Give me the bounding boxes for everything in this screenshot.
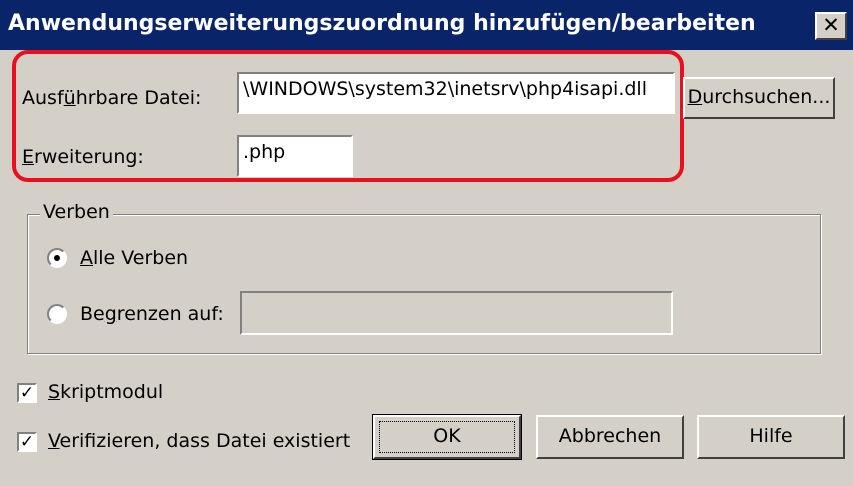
focus-rectangle (379, 421, 515, 453)
all-verbs-mnemonic: A (80, 247, 93, 269)
limit-label-part1: Be (80, 303, 105, 325)
close-button[interactable]: ✕ (815, 12, 847, 40)
limit-verbs-radio[interactable] (47, 304, 67, 324)
help-button[interactable]: Hilfe (697, 415, 845, 459)
script-module-checkbox[interactable]: ✓ (17, 383, 37, 403)
help-label: Hilfe (749, 425, 793, 447)
script-module-label[interactable]: Skriptmodul (48, 381, 163, 403)
check-icon: ✓ (19, 383, 35, 403)
browse-mnemonic: D (687, 86, 703, 108)
limit-verbs-input[interactable] (240, 291, 673, 335)
all-verbs-radio[interactable] (47, 248, 67, 268)
executable-label: Ausführbare Datei: (22, 87, 201, 109)
verify-file-mnemonic: V (48, 430, 60, 452)
verify-file-label-rest: erifizieren, dass Datei existiert (59, 430, 351, 452)
ok-button[interactable]: OK (372, 414, 522, 460)
cancel-label: Abbrechen (558, 425, 662, 447)
executable-label-mnemonic: ü (63, 87, 76, 109)
extension-label-rest: rweiterung: (34, 146, 144, 168)
script-module-label-rest: kriptmodul (60, 381, 164, 403)
window-title: Anwendungserweiterungszuordnung hinzufüg… (8, 11, 756, 36)
script-module-mnemonic: S (48, 381, 61, 403)
executable-label-part2: hrbare Datei: (75, 87, 202, 109)
limit-label-part2: renzen auf: (116, 303, 224, 325)
extension-label-mnemonic: E (22, 146, 35, 168)
browse-button[interactable]: Durchsuchen... (683, 77, 835, 119)
cancel-button[interactable]: Abbrechen (536, 415, 684, 459)
extension-input[interactable]: .php (237, 135, 353, 177)
close-icon: ✕ (822, 13, 840, 37)
limit-verbs-label[interactable]: Begrenzen auf: (80, 303, 224, 325)
executable-label-part1: Ausf (22, 87, 64, 109)
verify-file-checkbox[interactable]: ✓ (17, 432, 37, 452)
limit-label-mnemonic: g (104, 303, 117, 325)
all-verbs-label-rest: lle Verben (93, 247, 189, 269)
extension-label: Erweiterung: (22, 146, 144, 168)
verify-file-label[interactable]: Verifizieren, dass Datei existiert (48, 430, 350, 452)
check-icon: ✓ (19, 432, 35, 452)
executable-path-input[interactable]: \WINDOWS\system32\inetsrv\php4isapi.dll (237, 72, 675, 114)
radio-selected-dot (54, 255, 60, 261)
browse-label: urchsuchen... (702, 86, 831, 108)
verbs-group-title: Verben (40, 201, 113, 223)
all-verbs-label[interactable]: Alle Verben (80, 247, 188, 269)
